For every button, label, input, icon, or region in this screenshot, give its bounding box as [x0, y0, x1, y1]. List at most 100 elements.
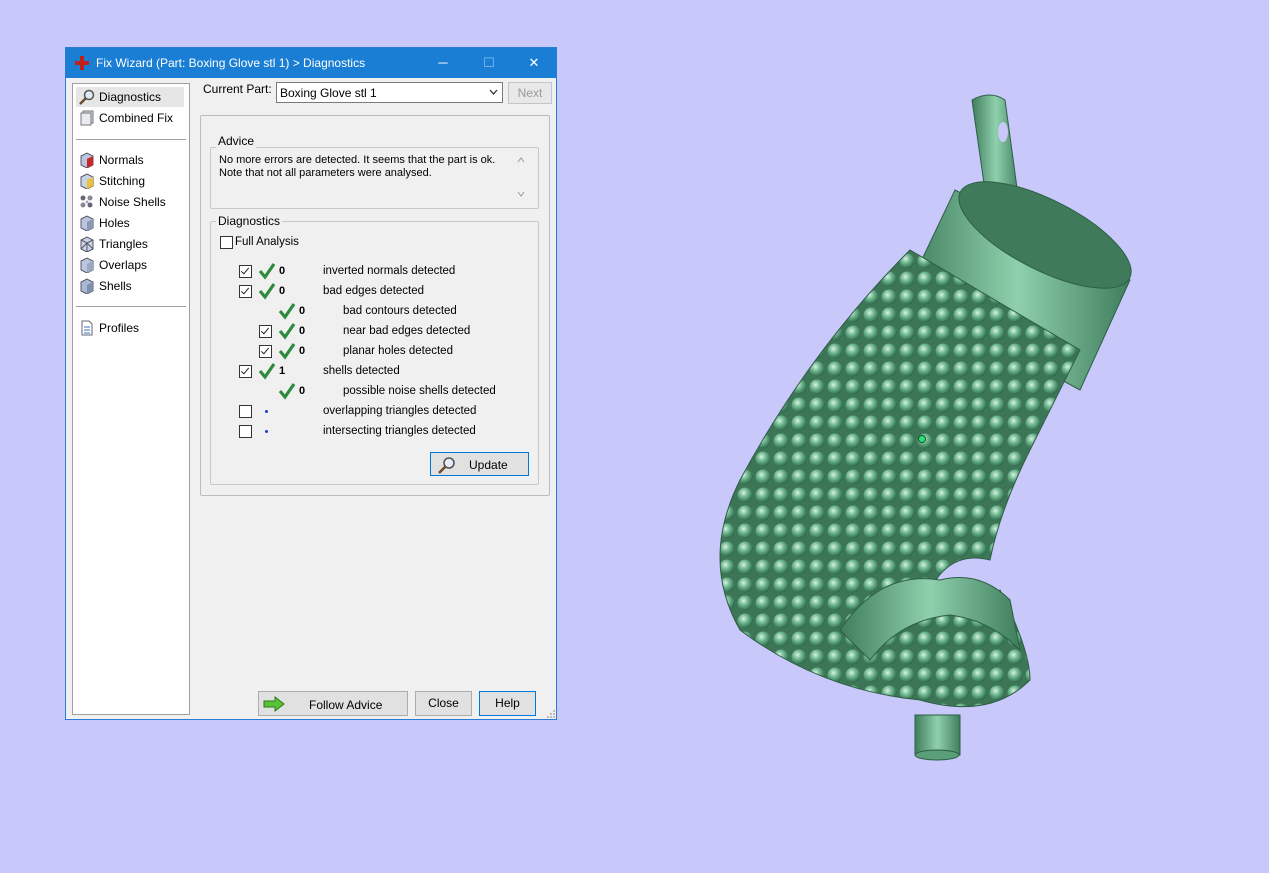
arrow-right-icon: [263, 696, 285, 712]
full-analysis-checkbox[interactable]: [220, 236, 233, 249]
normals-icon: [80, 152, 94, 168]
close-button[interactable]: Close: [415, 691, 472, 716]
help-button[interactable]: Help: [479, 691, 536, 716]
nav-label: Overlaps: [99, 258, 148, 272]
app-icon: [75, 56, 89, 70]
check-mark-icon: [278, 303, 296, 320]
nav-label: Combined Fix: [99, 111, 174, 125]
check-mark-icon: [278, 343, 296, 360]
current-part-label: Current Part:: [203, 82, 272, 96]
update-button[interactable]: Update: [430, 452, 529, 476]
nav-label: Profiles: [99, 321, 140, 335]
nav-label: Noise Shells: [99, 195, 166, 209]
inverted-normals-count: 0: [279, 265, 286, 277]
bad-edges-checkbox[interactable]: [239, 285, 252, 298]
follow-advice-label: Follow Advice: [309, 698, 383, 712]
check-mark-icon: [278, 323, 296, 340]
update-label: Update: [469, 458, 508, 472]
planar-holes-count: 0: [299, 345, 306, 357]
wizard-nav: Diagnostics Combined Fix Normals Stitchi…: [72, 83, 190, 715]
model-body: [719, 249, 1081, 708]
advice-scrollbar[interactable]: [514, 155, 527, 199]
overlapping-triangles-label: overlapping triangles detected: [323, 405, 477, 417]
bad-contours-count: 0: [299, 305, 306, 317]
bad-edges-label: bad edges detected: [323, 285, 425, 297]
model-stem-end: [914, 749, 960, 761]
close-window-button[interactable]: ✕: [511, 48, 557, 78]
check-mark-icon: [258, 263, 276, 280]
noise-shells-icon: [80, 195, 93, 208]
full-analysis-label: Full Analysis: [235, 236, 299, 248]
triangles-icon: [80, 236, 94, 252]
intersecting-triangles-label: intersecting triangles detected: [323, 425, 476, 437]
check-mark-icon: [258, 363, 276, 380]
nav-label: Holes: [99, 216, 130, 230]
nav-item-diagnostics[interactable]: Diagnostics: [76, 87, 184, 107]
profiles-icon: [81, 320, 93, 336]
shells-checkbox[interactable]: [239, 365, 252, 378]
model-pick-point: [918, 435, 926, 443]
nav-item-noise-shells[interactable]: Noise Shells: [76, 192, 184, 212]
nav-item-shells[interactable]: Shells: [76, 276, 184, 296]
stitching-icon: [80, 173, 94, 189]
follow-advice-button[interactable]: Follow Advice: [258, 691, 408, 716]
shells-count: 1: [279, 365, 286, 377]
nav-item-overlaps[interactable]: Overlaps: [76, 255, 184, 275]
magnifier-icon: [438, 457, 455, 474]
nav-label: Diagnostics: [99, 90, 162, 104]
nav-label: Shells: [99, 279, 132, 293]
inverted-normals-checkbox[interactable]: [239, 265, 252, 278]
overlapping-triangles-checkbox[interactable]: [239, 405, 252, 418]
nav-item-combined-fix[interactable]: Combined Fix: [76, 108, 184, 128]
window-title: Fix Wizard (Part: Boxing Glove stl 1) > …: [96, 56, 366, 70]
next-button[interactable]: Next: [508, 82, 552, 104]
nav-label: Triangles: [99, 237, 148, 251]
model-viewport[interactable]: [700, 90, 1150, 770]
scroll-down-icon[interactable]: [517, 191, 525, 197]
check-mark-icon: [278, 383, 296, 400]
chevron-down-icon: [489, 89, 498, 95]
overlaps-icon: [80, 257, 94, 273]
near-bad-edges-checkbox[interactable]: [259, 325, 272, 338]
shells-label: shells detected: [323, 365, 400, 377]
bad-contours-label: bad contours detected: [343, 305, 457, 317]
model-stem: [914, 714, 961, 756]
resize-grip-icon[interactable]: [546, 709, 556, 719]
advice-title: Advice: [216, 134, 257, 148]
near-bad-edges-count: 0: [299, 325, 306, 337]
inverted-normals-label: inverted normals detected: [323, 265, 456, 277]
planar-holes-checkbox[interactable]: [259, 345, 272, 358]
nav-item-stitching[interactable]: Stitching: [76, 171, 184, 191]
check-mark-icon: [258, 283, 276, 300]
bad-edges-count: 0: [279, 285, 286, 297]
nav-item-profiles[interactable]: Profiles: [76, 318, 184, 338]
combined-fix-icon: [80, 110, 94, 126]
minimize-button[interactable]: ─: [420, 48, 466, 78]
maximize-button[interactable]: ☐: [466, 48, 512, 78]
nav-item-triangles[interactable]: Triangles: [76, 234, 184, 254]
nav-divider: [76, 139, 186, 140]
model-loop-hole: [998, 122, 1008, 142]
near-bad-edges-label: near bad edges detected: [343, 325, 471, 337]
scroll-up-icon[interactable]: [517, 157, 525, 163]
fix-wizard-dialog: Fix Wizard (Part: Boxing Glove stl 1) > …: [65, 47, 557, 720]
current-part-select[interactable]: Boxing Glove stl 1: [276, 82, 503, 103]
nav-item-holes[interactable]: Holes: [76, 213, 184, 233]
advice-line-2: Note that not all parameters were analys…: [219, 167, 432, 179]
nav-item-normals[interactable]: Normals: [76, 150, 184, 170]
intersecting-triangles-checkbox[interactable]: [239, 425, 252, 438]
planar-holes-label: planar holes detected: [343, 345, 453, 357]
nav-divider: [76, 306, 186, 307]
pending-dot-icon: [265, 430, 268, 433]
noise-shells-label: possible noise shells detected: [343, 385, 496, 397]
advice-text: No more errors are detected. It seems th…: [219, 154, 522, 180]
nav-label: Normals: [99, 153, 144, 167]
noise-shells-count: 0: [299, 385, 306, 397]
holes-icon: [80, 215, 94, 231]
pending-dot-icon: [265, 410, 268, 413]
title-bar[interactable]: Fix Wizard (Part: Boxing Glove stl 1) > …: [66, 48, 556, 78]
nav-label: Stitching: [99, 174, 146, 188]
diagnostics-title: Diagnostics: [216, 214, 283, 228]
magnifier-icon: [79, 89, 95, 105]
shells-icon: [80, 278, 94, 294]
